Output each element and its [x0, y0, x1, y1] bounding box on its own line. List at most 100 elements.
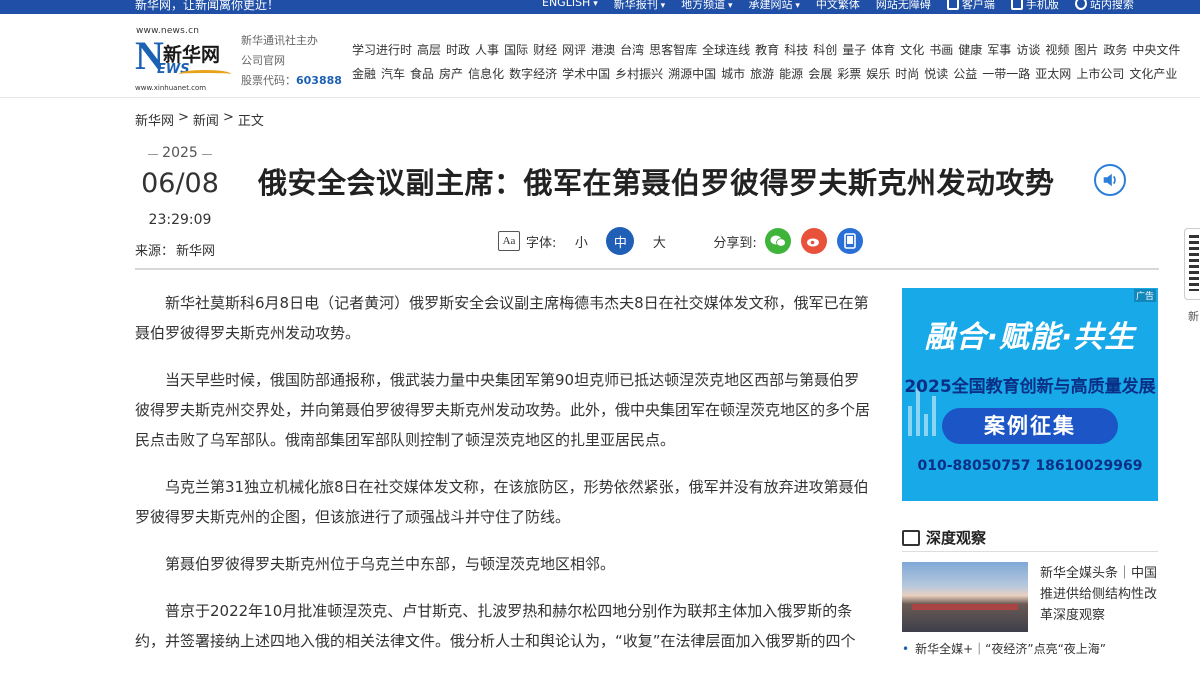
- right-edge-label: 新: [1188, 310, 1199, 323]
- font-size-small[interactable]: 小: [567, 227, 595, 255]
- sidebar-feature[interactable]: 新华全媒头条｜中国推进供给侧结构性改革深度观察: [902, 562, 1158, 632]
- weibo-icon[interactable]: [800, 228, 827, 254]
- channel-link[interactable]: 健康: [958, 38, 982, 62]
- channel-link[interactable]: 城市: [721, 62, 745, 86]
- article-paragraph: 普京于2022年10月批准顿涅茨克、卢甘斯克、扎波罗热和赫尔松四地分别作为联邦主…: [135, 602, 856, 650]
- source-label: 来源：: [135, 244, 175, 259]
- channel-link[interactable]: 娱乐: [866, 62, 890, 86]
- channel-link[interactable]: 能源: [779, 62, 803, 86]
- channel-link[interactable]: 会展: [808, 62, 832, 86]
- channel-link[interactable]: 金融: [352, 62, 376, 86]
- channel-link[interactable]: 学术中国: [562, 62, 610, 86]
- channel-link[interactable]: 教育: [755, 38, 779, 62]
- channel-link[interactable]: 食品: [410, 62, 434, 86]
- channel-link[interactable]: 时尚: [895, 62, 919, 86]
- channel-link[interactable]: 访谈: [1016, 38, 1040, 62]
- font-size-large[interactable]: 大: [645, 227, 673, 255]
- breadcrumb-current: 正文: [237, 114, 264, 129]
- channel-link[interactable]: 图片: [1074, 38, 1098, 62]
- nav-hosted-sites[interactable]: 承建网站: [749, 0, 800, 12]
- channel-link[interactable]: 政务: [1103, 38, 1127, 62]
- publish-date: 06/08: [141, 168, 219, 199]
- nav-local-channels[interactable]: 地方频道: [681, 0, 732, 12]
- nav-search[interactable]: 站内搜索: [1074, 0, 1134, 12]
- section-icon: [902, 529, 920, 546]
- channel-link[interactable]: 亚太网: [1035, 62, 1071, 86]
- breadcrumb: 新华网 > 新闻 > 正文: [135, 110, 264, 129]
- channel-link[interactable]: 人事: [475, 38, 499, 62]
- article-headline: 俄安全会议副主席：俄军在第聂伯罗彼得罗夫斯克州发动攻势: [258, 166, 1055, 200]
- channel-link[interactable]: 书画: [929, 38, 953, 62]
- channel-link[interactable]: 思客智库: [649, 38, 697, 62]
- xinhua-logo[interactable]: www.news.cn N 新华网 EWS www.xinhuanet.com: [135, 26, 235, 96]
- ad-phone: 010-88050757 18610029969: [917, 458, 1143, 474]
- article-body: 新华社莫斯科6月8日电（记者黄河）俄罗斯安全会议副主席梅德韦杰夫8日在社交媒体发…: [135, 288, 871, 673]
- breadcrumb-home[interactable]: 新华网: [135, 110, 174, 129]
- nav-newspapers[interactable]: 新华报刊: [614, 0, 665, 12]
- sidebar-link[interactable]: 新华全媒+｜“夜经济”点亮“夜上海”: [902, 640, 1158, 657]
- channel-link[interactable]: 数字经济: [509, 62, 557, 86]
- article-source: 来源： 新华网: [135, 240, 215, 259]
- channel-link[interactable]: 彩票: [837, 62, 861, 86]
- channel-nav: 学习进行时 高层 时政 人事 国际 财经 网评 港澳 台湾 思客智库 全球连线 教育 科技 科创 量子 体育文…: [352, 38, 1180, 86]
- channel-link[interactable]: 视频: [1045, 38, 1069, 62]
- channel-link[interactable]: 汽车: [381, 62, 405, 86]
- channel-link[interactable]: 科技: [784, 38, 808, 62]
- channel-link[interactable]: 量子: [842, 38, 866, 62]
- channel-link[interactable]: 文化: [900, 38, 924, 62]
- channel-link[interactable]: 中央文件: [1132, 38, 1180, 62]
- site-header: www.news.cn N 新华网 EWS www.xinhuanet.com …: [0, 14, 1200, 98]
- logo-swoosh: [179, 70, 231, 78]
- channel-link[interactable]: 国际: [504, 38, 528, 62]
- channel-link[interactable]: 体育: [871, 38, 895, 62]
- channel-link[interactable]: 文化产业: [1129, 62, 1177, 86]
- channel-link[interactable]: 学习进行时: [352, 38, 412, 62]
- nav-client[interactable]: 客户端: [946, 0, 995, 12]
- channel-link[interactable]: 科创: [813, 38, 837, 62]
- org-line2: 公司官网: [241, 54, 285, 67]
- nav-mobile[interactable]: 手机版: [1010, 0, 1059, 12]
- channel-link[interactable]: 时政: [446, 38, 470, 62]
- breadcrumb-news[interactable]: 新闻: [193, 110, 219, 129]
- channel-link[interactable]: 信息化: [468, 62, 504, 86]
- channel-row-1: 学习进行时 高层 时政 人事 国际 财经 网评 港澳 台湾 思客智库 全球连线 教育 科技 科创 量子 体育文…: [352, 38, 1180, 62]
- channel-link[interactable]: 旅游: [750, 62, 774, 86]
- top-bar: 新华网，让新闻离你更近！ ENGLISH 新华报刊 地方频道 承建网站 中文繁体…: [0, 0, 1200, 14]
- nav-accessibility[interactable]: 网站无障碍: [876, 0, 931, 12]
- channel-link[interactable]: 悦读: [924, 62, 948, 86]
- speaker-icon[interactable]: [1094, 164, 1126, 196]
- channel-link[interactable]: 溯源中国: [668, 62, 716, 86]
- site-slogan: 新华网，让新闻离你更近！: [135, 0, 280, 12]
- nav-client-label: 客户端: [961, 0, 995, 11]
- channel-link[interactable]: 台湾: [620, 38, 644, 62]
- channel-link[interactable]: 军事: [987, 38, 1011, 62]
- channel-link[interactable]: 港澳: [591, 38, 615, 62]
- wechat-icon[interactable]: [764, 228, 791, 254]
- article-paragraph: 乌克兰第31独立机械化旅8日在社交媒体发文称，在该旅防区，形势依然紧张，俄军并没…: [135, 478, 869, 526]
- font-size-medium[interactable]: 中: [606, 227, 635, 255]
- qr-code-tab[interactable]: [1184, 228, 1200, 300]
- channel-link[interactable]: 公益: [953, 62, 977, 86]
- mobile-icon[interactable]: [836, 228, 863, 254]
- channel-link[interactable]: 一带一路: [982, 62, 1030, 86]
- source-name: 新华网: [176, 244, 216, 259]
- channel-link[interactable]: 乡村振兴: [615, 62, 663, 86]
- nav-traditional-chinese[interactable]: 中文繁体: [816, 0, 860, 12]
- qr-code-icon: [1189, 235, 1199, 291]
- font-label: 字体:: [526, 235, 557, 251]
- ad-banner[interactable]: 广告 融合·赋能·共生 2025全国教育创新与高质量发展 案例征集 010-88…: [902, 288, 1158, 501]
- font-size-icon: Aa: [498, 231, 520, 251]
- channel-link[interactable]: 财经: [533, 38, 557, 62]
- channel-link[interactable]: 高层: [417, 38, 441, 62]
- search-icon: [1074, 0, 1087, 10]
- channel-link[interactable]: 房产: [439, 62, 463, 86]
- feature-text: 新华全媒头条｜中国推进供给侧结构性改革深度观察: [1040, 566, 1158, 623]
- channel-link[interactable]: 全球连线: [702, 38, 750, 62]
- nav-mobile-label: 手机版: [1025, 0, 1059, 11]
- article-tools: Aa 字体: 小 中 大 分享到:: [498, 226, 873, 256]
- feature-thumbnail: [902, 562, 1028, 632]
- channel-link[interactable]: 网评: [562, 38, 586, 62]
- channel-link[interactable]: 上市公司: [1076, 62, 1124, 86]
- share-label: 分享到:: [713, 235, 757, 251]
- nav-english[interactable]: ENGLISH: [542, 0, 598, 12]
